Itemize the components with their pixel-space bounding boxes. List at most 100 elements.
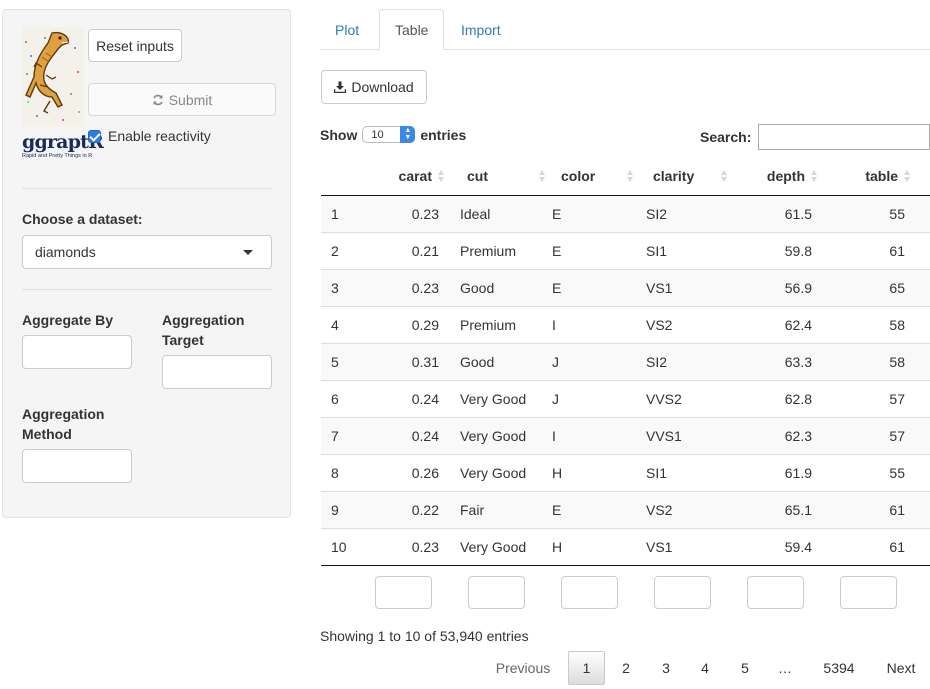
pagination-page-3[interactable]: 3	[648, 651, 684, 685]
submit-button[interactable]: Submit	[88, 83, 276, 116]
cell-table: 58	[889, 317, 905, 333]
cell-depth: 63.3	[784, 354, 812, 370]
cell-carat: 0.23	[411, 280, 439, 296]
cell-color: E	[552, 243, 562, 259]
aggregation-method-input[interactable]	[22, 449, 132, 483]
table-row[interactable]: 5 0.31 Good J SI2 63.3 58	[321, 344, 930, 381]
column-filter-table[interactable]	[840, 576, 897, 609]
column-filter-color[interactable]	[561, 576, 618, 609]
column-header-table[interactable]: table	[841, 156, 911, 195]
cell-color: E	[552, 502, 562, 518]
column-filter-clarity[interactable]	[654, 576, 711, 609]
tab-plot[interactable]: Plot	[320, 9, 374, 50]
sort-icon[interactable]	[533, 156, 547, 195]
aggregate-by-input[interactable]	[22, 335, 132, 369]
aggregate-by-label: Aggregate By	[22, 312, 114, 328]
column-filter-depth[interactable]	[747, 576, 804, 609]
tab-import[interactable]: Import	[446, 9, 516, 50]
cell-carat: 0.22	[411, 502, 439, 518]
cell-depth: 62.4	[784, 317, 812, 333]
cell-depth: 59.8	[784, 243, 812, 259]
page-length-select[interactable]: 10 ▲ ▼	[362, 126, 416, 143]
cell-cut: Very Good	[460, 539, 527, 555]
cell-cut: Very Good	[460, 391, 527, 407]
aggregation-target-input[interactable]	[162, 355, 272, 389]
column-header-depth[interactable]: depth	[741, 156, 818, 195]
cell-table: 61	[889, 502, 905, 518]
row-index: 5	[331, 354, 339, 370]
row-index: 7	[331, 428, 339, 444]
data-table: carat cut color clarity depth table 1 0.…	[321, 156, 930, 566]
pagination-page-5[interactable]: 5	[727, 651, 763, 685]
cell-color: E	[552, 280, 562, 296]
download-button[interactable]: Download	[321, 70, 427, 104]
dataset-select-value: diamonds	[35, 244, 96, 260]
cell-depth: 65.1	[784, 502, 812, 518]
sort-icon	[438, 169, 445, 182]
table-row[interactable]: 8 0.26 Very Good H SI1 61.9 55	[321, 455, 930, 492]
dataset-label: Choose a dataset:	[22, 211, 143, 227]
divider	[22, 188, 272, 189]
search-input[interactable]	[758, 124, 930, 150]
table-row[interactable]: 7 0.24 Very Good I VVS1 62.3 57	[321, 418, 930, 455]
cell-cut: Premium	[460, 243, 517, 259]
row-index: 4	[331, 317, 339, 333]
table-row[interactable]: 3 0.23 Good E VS1 56.9 65	[321, 270, 930, 307]
aggregation-method-label: Aggregation Method	[22, 406, 105, 442]
table-row[interactable]: 6 0.24 Very Good J VVS2 62.8 57	[321, 381, 930, 418]
cell-depth: 61.5	[784, 206, 812, 222]
updown-arrows-icon: ▲ ▼	[400, 126, 416, 143]
column-filter-carat[interactable]	[375, 576, 432, 609]
row-index: 9	[331, 502, 339, 518]
cell-clarity: SI2	[646, 206, 668, 222]
cell-depth: 59.4	[784, 539, 812, 555]
table-row[interactable]: 10 0.23 Very Good H VS1 59.4 61	[321, 529, 930, 566]
cell-table: 55	[889, 465, 905, 481]
cell-clarity: VS1	[646, 539, 673, 555]
reactivity-checkbox[interactable]	[88, 129, 101, 143]
download-icon	[334, 81, 347, 93]
reactivity-toggle[interactable]: Enable reactivity	[88, 128, 211, 144]
row-index: 10	[331, 539, 347, 555]
pagination-previous[interactable]: Previous	[487, 651, 559, 685]
main-tabs: Plot Table Import	[320, 9, 930, 50]
cell-clarity: VVS1	[646, 428, 682, 444]
sort-icon[interactable]	[715, 156, 729, 195]
page-length-value: 10	[371, 128, 384, 141]
sidebar-panel: ggraptR Rapid and Pretty Things in R Res…	[2, 9, 291, 518]
dataset-select[interactable]: diamonds	[22, 235, 272, 269]
cell-cut: Fair	[460, 502, 485, 518]
page-length-control: Show 10 ▲ ▼ entries	[320, 126, 466, 143]
pagination-page-last[interactable]: 5394	[812, 651, 866, 685]
column-header-carat[interactable]: carat	[391, 156, 445, 195]
table-row[interactable]: 4 0.29 Premium I VS2 62.4 58	[321, 307, 930, 344]
row-index: 8	[331, 465, 339, 481]
pagination-page-4[interactable]: 4	[687, 651, 723, 685]
cell-clarity: SI1	[646, 243, 668, 259]
cell-clarity: VVS2	[646, 391, 682, 407]
cell-cut: Good	[460, 354, 495, 370]
pagination-next[interactable]: Next	[876, 651, 926, 685]
table-row[interactable]: 9 0.22 Fair E VS2 65.1 61	[321, 492, 930, 529]
cell-carat: 0.23	[411, 539, 439, 555]
pagination-page-2[interactable]: 2	[608, 651, 644, 685]
cell-depth: 61.9	[784, 465, 812, 481]
cell-carat: 0.23	[411, 206, 439, 222]
table-row[interactable]: 1 0.23 Ideal E SI2 61.5 55	[321, 196, 930, 233]
reactivity-label: Enable reactivity	[108, 128, 211, 144]
cell-table: 61	[889, 539, 905, 555]
tab-table[interactable]: Table	[379, 9, 445, 50]
cell-carat: 0.29	[411, 317, 439, 333]
cell-carat: 0.24	[411, 391, 439, 407]
sort-icon[interactable]	[621, 156, 635, 195]
pagination-page-1[interactable]: 1	[568, 651, 605, 685]
cell-table: 57	[889, 391, 905, 407]
reset-inputs-button[interactable]: Reset inputs	[88, 29, 182, 62]
cell-depth: 56.9	[784, 280, 812, 296]
cell-table: 57	[889, 428, 905, 444]
table-row[interactable]: 2 0.21 Premium E SI1 59.8 61	[321, 233, 930, 270]
cell-table: 58	[889, 354, 905, 370]
column-filter-cut[interactable]	[468, 576, 525, 609]
pagination-ellipsis: …	[778, 660, 792, 676]
cell-color: J	[552, 391, 559, 407]
